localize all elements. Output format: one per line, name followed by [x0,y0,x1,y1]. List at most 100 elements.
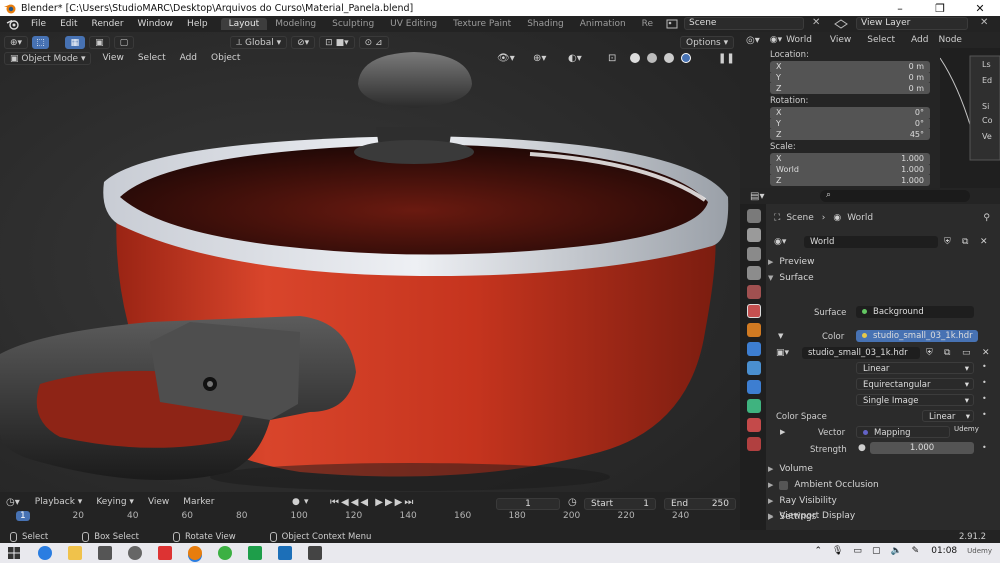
store-icon[interactable] [98,546,112,560]
timeline-editor-type-icon[interactable]: ◷▾ [6,497,20,508]
tab-animation[interactable]: Animation [572,18,634,30]
modifier-tab-icon[interactable] [747,342,761,356]
node-canvas[interactable]: Ls Ed Si Co Ve [940,48,1000,188]
tab-sculpting[interactable]: Sculpting [324,18,382,30]
render-canvas[interactable] [0,32,740,492]
scene-tab-icon[interactable] [747,285,761,299]
current-frame-field[interactable]: 1 [496,498,560,510]
image-fake-user-icon[interactable]: ⛨ [926,348,933,358]
viewport-menu-add[interactable]: Add [173,53,204,63]
node-menu-select[interactable]: Select [867,35,895,45]
tab-shading[interactable]: Shading [519,18,572,30]
end-frame-field[interactable]: End 250 [664,498,736,510]
transform-orientation-dropdown[interactable]: ⟂ Global ▾ [230,35,288,49]
color-input-field[interactable]: studio_small_03_1k.hdr [856,330,978,342]
tool-tab-icon[interactable] [747,209,761,223]
location-x-field[interactable]: X 0 m [770,61,930,72]
image-duplicate-icon[interactable]: ⧉ [944,348,950,358]
wireframe-shading-icon[interactable] [630,53,640,63]
ao-checkbox[interactable] [779,480,789,490]
fake-user-icon[interactable]: ⛨ [944,237,951,247]
menu-file[interactable]: File [24,19,53,29]
snap-toggle[interactable]: ⊡ ■▾ [319,35,355,49]
timeline-menu-marker[interactable]: Marker [176,497,221,507]
app-icon[interactable] [128,546,142,560]
menu-window[interactable]: Window [131,19,181,29]
proportional-editing-toggle[interactable]: ⊙ ⊿ [358,35,389,49]
maximize-button[interactable]: ❐ [920,2,960,15]
location-z-field[interactable]: Z 0 m [770,83,930,94]
timeline-menu-view[interactable]: View [141,497,176,507]
blender-taskbar-icon[interactable] [188,546,202,560]
gizmo-icon[interactable]: ⊕▾ [533,53,546,64]
solid-shading-icon[interactable] [646,53,657,63]
tool-app-icon[interactable] [308,546,322,560]
tab-layout[interactable]: Layout [220,18,268,30]
panel-volume[interactable]: ▶ Volume [768,461,1000,477]
clock[interactable]: 01:08 [931,546,957,556]
spreadsheet-icon[interactable] [248,546,262,560]
expanded-icon[interactable]: ▼ [778,332,783,340]
close-scene-icon[interactable]: ✕ [812,17,820,28]
chrome-icon[interactable] [218,546,232,560]
material-tab-icon[interactable] [747,418,761,432]
material-shading-icon[interactable] [663,53,674,63]
viewport-menu-object[interactable]: Object [204,53,247,63]
options-dropdown[interactable]: Options ▾ [680,35,735,49]
object-tab-icon[interactable] [747,323,761,337]
preview-range-clock-icon[interactable]: ◷ [568,497,577,508]
close-button[interactable]: ✕ [960,2,1000,15]
scene-selector[interactable]: Scene [684,17,804,30]
view-layer-tab-icon[interactable] [747,266,761,280]
shader-type-world[interactable]: World [786,35,812,45]
node-tab-ls[interactable]: Ls [982,60,991,69]
strength-slider[interactable]: 1.000 [870,442,974,454]
rotation-z-field[interactable]: Z 45° [770,129,930,140]
rotation-x-field[interactable]: X 0° [770,107,930,118]
world-browse-icon[interactable]: ◉▾ [774,237,786,247]
texture-tab-icon[interactable] [747,437,761,451]
overlay-icon[interactable]: ◐▾ [568,53,582,64]
rendered-shading-icon[interactable] [680,53,691,63]
editor-type-icon[interactable]: ◎▾ [746,35,760,46]
duplicate-icon[interactable]: ⧉ [962,237,968,247]
open-folder-icon[interactable]: ▭ [962,348,971,358]
projection-dropdown[interactable]: Equirectangular ▾ [856,378,974,390]
panel-surface[interactable]: ▼ Surface [768,270,1000,286]
viewport-menu-view[interactable]: View [95,53,130,63]
minimize-button[interactable]: – [880,2,920,15]
pin-icon[interactable]: ⚲ [983,213,990,223]
record-icon[interactable]: ● [292,497,300,507]
world-tab-icon[interactable] [747,304,761,318]
volume-icon[interactable]: 🔈 [890,546,901,556]
scale-z-field[interactable]: Z 1.000 [770,175,930,186]
properties-editor-type-icon[interactable]: ▤▾ [750,191,764,202]
xray-icon[interactable]: ⊡ [608,53,616,64]
node-tab-co[interactable]: Co [982,116,992,125]
pause-icon[interactable]: ❚❚ [718,53,735,64]
pivot-point-dropdown[interactable]: ⊘▾ [291,35,316,49]
world-name-field[interactable]: World [804,236,938,248]
timeline-ruler[interactable]: 1 20 40 60 80 100 120 140 160 180 200 220 240 [0,511,740,525]
view-layer-selector[interactable]: View Layer [856,17,968,30]
interpolation-dropdown[interactable]: Linear ▾ [856,362,974,374]
select-tool-button[interactable]: ⬚ [32,35,49,49]
constraints-tab-icon[interactable] [747,399,761,413]
image-unlink-icon[interactable]: ✕ [982,348,990,358]
panel-preview[interactable]: ▶ Preview [768,254,1000,270]
node-tab-ed[interactable]: Ed [982,76,992,85]
menu-render[interactable]: Render [85,19,131,29]
source-dropdown[interactable]: Single Image ▾ [856,394,974,406]
output-tab-icon[interactable] [747,247,761,261]
location-y-field[interactable]: Y 0 m [770,72,930,83]
scale-y-field[interactable]: World 1.000 [770,164,930,175]
microphone-icon[interactable]: 🎙 [832,546,843,556]
3d-viewport[interactable]: ⊕▾ ⬚ ▦ ▣ ▢ ⟂ Global ▾ ⊘▾ ⊡ ■▾ ⊙ ⊿ Option… [0,32,740,492]
tab-rendering[interactable]: Re [634,18,661,30]
auto-keying-icon[interactable]: ▾ [304,497,309,507]
physics-tab-icon[interactable] [747,380,761,394]
node-tab-si[interactable]: Si [982,102,989,111]
menu-help[interactable]: Help [180,19,215,29]
windows-start-icon[interactable] [8,547,20,559]
node-menu-add[interactable]: Add [911,35,928,45]
